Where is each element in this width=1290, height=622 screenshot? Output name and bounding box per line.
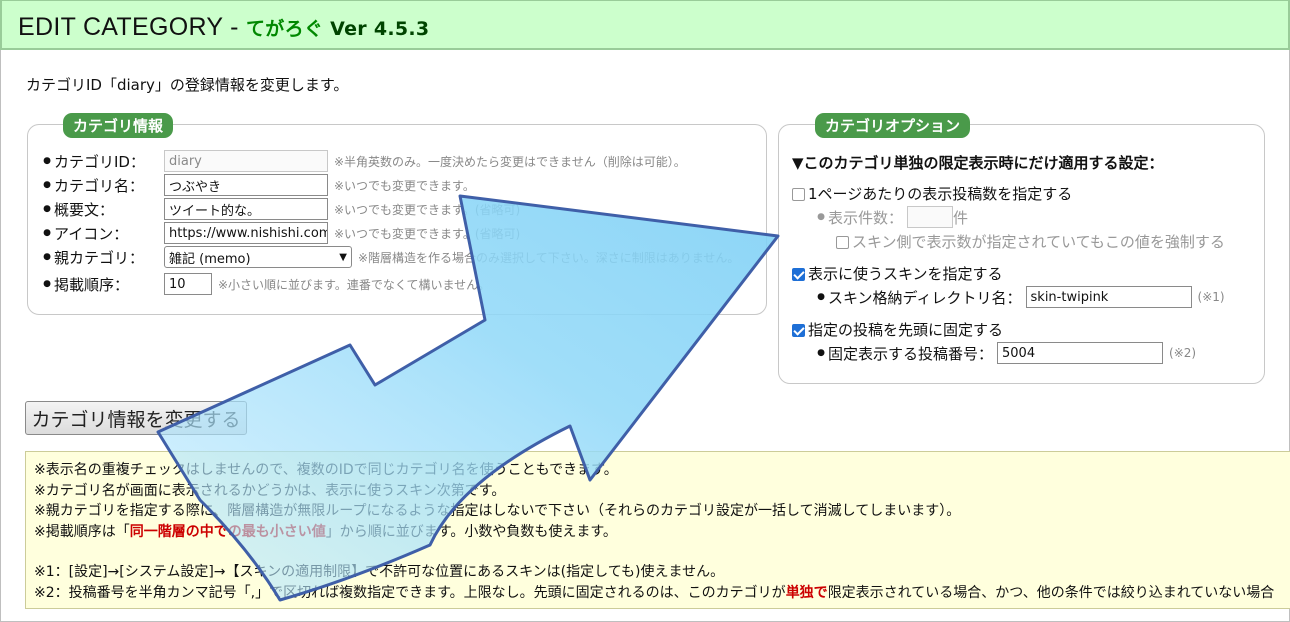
category-id-input[interactable]: diary <box>164 150 328 172</box>
page-header: EDIT CATEGORY - てがろぐ Ver 4.5.3 <box>0 0 1290 50</box>
category-info-fields: ● カテゴリID： diary ※半角英数のみ。一度決めたら変更はできません（削… <box>40 148 760 308</box>
field-note: ※小さい順に並びます。連番でなくて構いません。 <box>218 277 491 292</box>
option-sub-label: 表示件数： <box>828 208 904 227</box>
option-post-count: 1ページあたりの表示投稿数を指定する <box>792 181 1072 205</box>
app-name: てがろぐ <box>246 18 324 40</box>
bullet-icon: ● <box>817 212 825 222</box>
option-label: 指定の投稿を先頭に固定する <box>808 320 1004 339</box>
order-input[interactable]: 10 <box>164 273 212 295</box>
field-note: ※いつでも変更できます。 <box>334 178 475 193</box>
bullet-icon: ● <box>43 204 51 214</box>
note-line: ※親カテゴリを指定する際に、階層構造が無限ループになるような指定はしないで下さい… <box>34 503 961 519</box>
option-label: 1ページあたりの表示投稿数を指定する <box>808 184 1073 203</box>
field-row-icon: ● アイコン： https://www.nishishi.com/c ※いつでも… <box>40 221 520 245</box>
chevron-down-icon: ▼ <box>339 251 347 263</box>
field-label: カテゴリ名： <box>54 176 145 195</box>
app-version: Ver 4.5.3 <box>323 18 430 40</box>
note-line: ※掲載順序は「同一階層の中での最も小さい値」から順に並びます。小数や負数も使えま… <box>34 523 617 540</box>
field-note: ※半角英数のみ。一度決めたら変更はできません（削除は可能）。 <box>334 154 686 169</box>
bullet-icon: ● <box>817 348 825 358</box>
bullet-icon: ● <box>43 252 51 262</box>
field-label: アイコン： <box>54 224 129 243</box>
intro-text: カテゴリID「diary」の登録情報を変更します。 <box>26 76 349 94</box>
note-line: ※2：投稿番号を半角カンマ記号「,」で区切れば複数指定できます。上限なし。先頭に… <box>34 584 1275 601</box>
page-title: EDIT CATEGORY - てがろぐ Ver 4.5.3 <box>18 13 430 41</box>
field-row-name: ● カテゴリ名： つぶやき ※いつでも変更できます。 <box>40 173 475 197</box>
checkbox-skin[interactable] <box>792 267 805 281</box>
option-sub-label: スキン格納ディレクトリ名： <box>828 288 1022 307</box>
option-sub-unit: 件 <box>953 208 969 227</box>
field-label: 概要文： <box>54 200 115 219</box>
category-options-fields: ▼このカテゴリ単独の限定表示時にだけ適用する設定： 1ページあたりの表示投稿数を… <box>792 150 1262 375</box>
parent-category-value: 雑記 (memo) <box>169 251 251 267</box>
field-label: 掲載順序： <box>54 275 130 294</box>
option-force: スキン側で表示数が指定されていてもこの値を強制する <box>836 229 1225 253</box>
checkbox-force[interactable] <box>836 235 849 249</box>
field-note: ※いつでも変更できます。(省略可) <box>334 226 521 241</box>
bullet-icon: ● <box>43 180 51 190</box>
parent-category-select[interactable]: 雑記 (memo) ▼ <box>164 246 352 268</box>
field-row-id: ● カテゴリID： diary ※半角英数のみ。一度決めたら変更はできません（削… <box>40 149 686 173</box>
field-row-order: ● 掲載順序： 10 ※小さい順に並びます。連番でなくて構いません。 <box>40 272 490 296</box>
note-emphasis: 同一階層の中での最も小さい値 <box>129 523 326 540</box>
skin-dir-input[interactable]: skin-twipink <box>1025 286 1192 308</box>
option-force-label: スキン側で表示数が指定されていてもこの値を強制する <box>852 232 1225 251</box>
category-name-input[interactable]: つぶやき <box>164 174 328 196</box>
option-skin-sub: ● スキン格納ディレクトリ名： skin-twipink (※1) <box>814 285 1225 309</box>
option-pin-sub: ● 固定表示する投稿番号： 5004 (※2) <box>814 341 1196 365</box>
note-line: ※1：[設定]→[システム設定]→【スキンの適用制限】で不許可な位置にあるスキン… <box>34 564 725 580</box>
field-label: カテゴリID： <box>54 152 145 171</box>
option-mark: (※1) <box>1197 290 1225 304</box>
option-pin: 指定の投稿を先頭に固定する <box>792 317 1003 341</box>
field-note: ※いつでも変更できます。(省略可) <box>334 202 521 217</box>
note-spacer <box>34 542 1286 562</box>
bullet-icon: ● <box>43 279 51 289</box>
checkbox-pin[interactable] <box>792 323 805 337</box>
option-label: 表示に使うスキンを指定する <box>808 264 1003 283</box>
pin-post-input[interactable]: 5004 <box>997 342 1164 364</box>
option-post-count-sub: ● 表示件数： 件 <box>814 205 968 229</box>
note-emphasis: 単独で <box>785 584 828 601</box>
field-row-summary: ● 概要文： ツイート的な。 ※いつでも変更できます。(省略可) <box>40 197 520 221</box>
field-label: 親カテゴリ： <box>54 248 145 267</box>
checkbox-post-count[interactable] <box>792 187 805 201</box>
summary-input[interactable]: ツイート的な。 <box>164 198 328 220</box>
note-line: ※カテゴリ名が画面に表示されるかどうかは、表示に使うスキン次第です。 <box>34 482 506 499</box>
bullet-icon: ● <box>43 156 51 166</box>
category-info-legend: カテゴリ情報 <box>63 113 174 138</box>
option-skin: 表示に使うスキンを指定する <box>792 261 1003 285</box>
option-sub-label: 固定表示する投稿番号： <box>828 344 994 363</box>
field-row-parent: ● 親カテゴリ： 雑記 (memo) ▼ ※階層構造を作る場合のみ選択して下さい。… <box>40 245 739 269</box>
category-options-legend: カテゴリオプション <box>815 113 971 138</box>
update-category-button[interactable]: カテゴリ情報を変更する <box>25 401 247 435</box>
note-line: ※表示名の重複チェックはしませんので、複数のIDで同じカテゴリ名を使うこともでき… <box>34 462 618 478</box>
icon-url-input[interactable]: https://www.nishishi.com/c <box>164 222 328 244</box>
notes-box: ※表示名の重複チェックはしませんので、複数のIDで同じカテゴリ名を使うこともでき… <box>25 451 1290 609</box>
bullet-icon: ● <box>817 292 825 302</box>
post-count-input[interactable] <box>907 206 954 228</box>
option-mark: (※2) <box>1169 346 1197 360</box>
field-note: ※階層構造を作る場合のみ選択して下さい。深さに制限はありません。 <box>358 250 740 265</box>
options-heading: ▼このカテゴリ単独の限定表示時にだけ適用する設定： <box>792 153 1164 172</box>
bullet-icon: ● <box>43 228 51 238</box>
